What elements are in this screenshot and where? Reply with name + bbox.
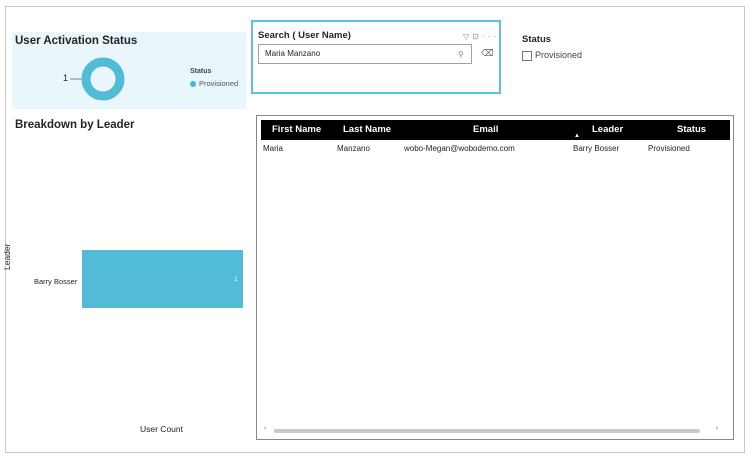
legend-title: Status	[190, 68, 212, 75]
donut-value-label: 1	[63, 73, 69, 83]
cell-last-name: Manzano	[337, 144, 370, 153]
legend-item-provisioned[interactable]: Provisioned	[190, 79, 238, 88]
column-header-status[interactable]: Status	[677, 124, 706, 135]
cell-email: wobo-Megan@wobodemo.com	[404, 144, 515, 153]
cell-first-name: Maria	[263, 144, 284, 153]
slicer-toolbar: ▽⊡···	[463, 32, 499, 41]
column-header-last-name[interactable]: Last Name	[343, 124, 391, 135]
horizontal-scrollbar[interactable]: ‹ ›	[260, 425, 724, 434]
scrollbar-thumb[interactable]	[274, 429, 700, 433]
search-input[interactable]: Maria Manzano	[258, 44, 472, 64]
search-slicer-title: Search ( User Name)	[258, 30, 351, 41]
scroll-right-icon[interactable]: ›	[716, 425, 718, 432]
eraser-icon[interactable]: ⌫	[481, 48, 494, 59]
filter-icon[interactable]: ▽	[463, 32, 472, 41]
cell-status: Provisioned	[648, 144, 690, 153]
table-header: First Name Last Name Email ▲ Leader Stat…	[261, 120, 730, 140]
status-provisioned-checkbox[interactable]	[522, 51, 532, 61]
bar-barry-bosser[interactable]	[82, 250, 243, 308]
column-header-first-name[interactable]: First Name	[272, 124, 321, 135]
search-icon[interactable]: ⚲	[458, 50, 464, 59]
activation-donut-chart[interactable]	[60, 56, 130, 106]
scroll-left-icon[interactable]: ‹	[264, 425, 266, 432]
user-table	[256, 115, 734, 440]
cell-leader: Barry Bosser	[573, 144, 620, 153]
column-header-leader[interactable]: Leader	[592, 124, 623, 135]
column-header-email[interactable]: Email	[473, 124, 498, 135]
sort-ascending-icon[interactable]: ▲	[574, 133, 580, 139]
x-axis-title: User Count	[140, 424, 183, 434]
focus-mode-icon[interactable]: ⊡	[472, 32, 482, 41]
status-provisioned-label[interactable]: Provisioned	[535, 50, 582, 60]
more-options-icon[interactable]: ···	[482, 32, 499, 41]
legend-item-label: Provisioned	[199, 79, 239, 88]
y-axis-title: Leader	[2, 243, 12, 270]
status-slicer-title: Status	[522, 34, 552, 45]
table-row[interactable]: Maria Manzano wobo-Megan@wobodemo.com Ba…	[261, 144, 730, 156]
bar-value-label: 1	[234, 276, 238, 283]
breakdown-title: Breakdown by Leader	[15, 119, 135, 131]
legend-marker-icon	[190, 80, 196, 87]
activation-title: User Activation Status	[15, 35, 138, 47]
bar-category-label: Barry Bosser	[34, 277, 78, 286]
